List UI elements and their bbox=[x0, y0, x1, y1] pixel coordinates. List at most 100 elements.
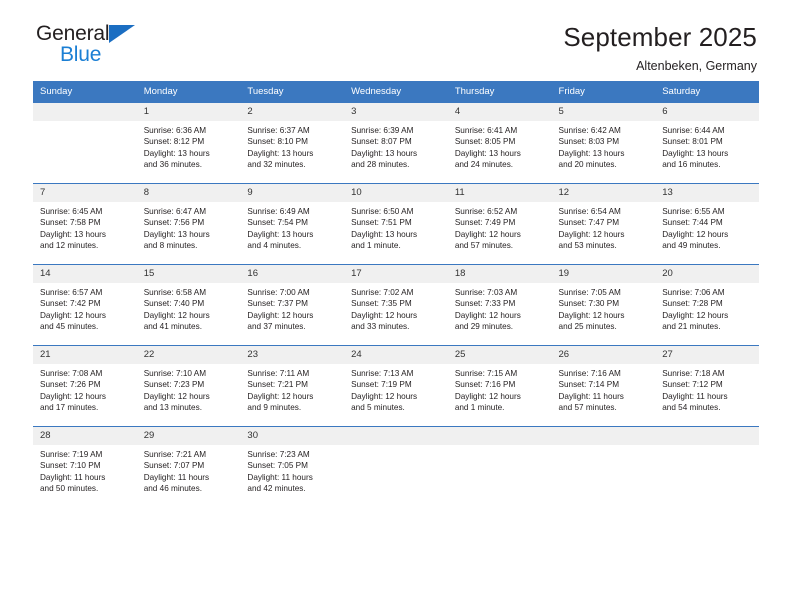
calendar-day-cell[interactable]: 11 Sunrise: 6:52 AM Sunset: 7:49 PM Dayligh… bbox=[447, 183, 552, 265]
sunset-text: Sunset: 7:23 PM bbox=[143, 380, 205, 390]
day-details: Sunrise: 7:02 AM Sunset: 7:35 PM Daylight:… bbox=[344, 283, 448, 333]
sunset-text: Sunset: 7:44 PM bbox=[662, 218, 723, 228]
day-number: 22 bbox=[136, 346, 241, 364]
day-number: 1 bbox=[136, 103, 241, 121]
calendar-day-cell[interactable]: 7 Sunrise: 6:45 AM Sunset: 7:58 PM Daylight… bbox=[33, 183, 137, 265]
day-number: 8 bbox=[136, 184, 241, 202]
sunrise-text: Sunrise: 7:21 AM bbox=[143, 450, 207, 459]
sunset-text: Sunset: 8:10 PM bbox=[247, 137, 308, 147]
page-subtitle: Altenbeken, Germany bbox=[636, 59, 757, 73]
title-block: September 2025 Altenbeken, Germany bbox=[563, 22, 759, 75]
daylight-text-line1: Daylight: 12 hours bbox=[454, 391, 521, 401]
daylight-text-line2: and 4 minutes. bbox=[247, 241, 302, 251]
daylight-text-line2: and 8 minutes. bbox=[143, 241, 198, 251]
calendar-day-cell[interactable]: 27 Sunrise: 7:18 AM Sunset: 7:12 PM Dayligh… bbox=[655, 345, 759, 427]
sunrise-text: Sunrise: 6:49 AM bbox=[247, 207, 310, 216]
sunrise-text: Sunrise: 7:11 AM bbox=[247, 369, 310, 378]
calendar-day-cell[interactable]: 16 Sunrise: 7:00 AM Sunset: 7:37 PM Dayligh… bbox=[240, 264, 345, 346]
sunrise-text: Sunrise: 7:10 AM bbox=[143, 369, 207, 378]
daylight-text-line1: Daylight: 12 hours bbox=[40, 391, 106, 401]
calendar-body: 1 Sunrise: 6:36 AM Sunset: 8:12 PM Daylight… bbox=[33, 102, 759, 507]
calendar-day-cell[interactable]: 5 Sunrise: 6:42 AM Sunset: 8:03 PM Daylight… bbox=[551, 102, 656, 184]
sunrise-text: Sunrise: 6:54 AM bbox=[558, 207, 621, 216]
sunset-text: Sunset: 7:30 PM bbox=[558, 299, 620, 309]
calendar-day-cell[interactable]: 3 Sunrise: 6:39 AM Sunset: 8:07 PM Daylight… bbox=[344, 102, 448, 184]
day-number: 19 bbox=[551, 265, 656, 283]
day-details: Sunrise: 7:15 AM Sunset: 7:16 PM Daylight:… bbox=[448, 364, 552, 414]
calendar-day-cell[interactable]: 6 Sunrise: 6:44 AM Sunset: 8:01 PM Daylight… bbox=[655, 102, 759, 184]
day-number: 16 bbox=[240, 265, 345, 283]
daylight-text-line2: and 50 minutes. bbox=[40, 484, 99, 494]
calendar-day-cell[interactable]: 25 Sunrise: 7:15 AM Sunset: 7:16 PM Dayligh… bbox=[447, 345, 552, 427]
daylight-text-line2: and 46 minutes. bbox=[143, 484, 202, 494]
calendar-cell-empty bbox=[447, 426, 552, 507]
weekday-header-saturday: Saturday bbox=[655, 81, 759, 103]
calendar-day-cell[interactable]: 23 Sunrise: 7:11 AM Sunset: 7:21 PM Dayligh… bbox=[240, 345, 345, 427]
calendar-day-cell[interactable]: 4 Sunrise: 6:41 AM Sunset: 8:05 PM Daylight… bbox=[447, 102, 552, 184]
daylight-text-line1: Daylight: 12 hours bbox=[247, 391, 314, 401]
calendar-cell-empty bbox=[344, 426, 448, 507]
calendar-day-cell[interactable]: 18 Sunrise: 7:03 AM Sunset: 7:33 PM Dayligh… bbox=[447, 264, 552, 346]
calendar-day-cell[interactable]: 2 Sunrise: 6:37 AM Sunset: 8:10 PM Daylight… bbox=[240, 102, 345, 184]
day-number: 10 bbox=[344, 184, 448, 202]
calendar-day-cell[interactable]: 21 Sunrise: 7:08 AM Sunset: 7:26 PM Dayligh… bbox=[33, 345, 137, 427]
weekday-header-sunday: Sunday bbox=[33, 81, 137, 103]
day-number: 4 bbox=[447, 103, 552, 121]
daylight-text-line2: and 25 minutes. bbox=[558, 322, 617, 332]
calendar-day-cell[interactable]: 10 Sunrise: 6:50 AM Sunset: 7:51 PM Dayligh… bbox=[344, 183, 448, 265]
calendar-week-row: 7 Sunrise: 6:45 AM Sunset: 7:58 PM Daylight… bbox=[33, 183, 759, 265]
sunrise-text: Sunrise: 6:47 AM bbox=[143, 207, 207, 216]
calendar-day-cell[interactable]: 28 Sunrise: 7:19 AM Sunset: 7:10 PM Dayligh… bbox=[33, 426, 137, 507]
sunrise-text: Sunrise: 6:37 AM bbox=[247, 126, 310, 135]
day-number: 30 bbox=[240, 427, 345, 445]
calendar-day-cell[interactable]: 9 Sunrise: 6:49 AM Sunset: 7:54 PM Daylight… bbox=[240, 183, 345, 265]
calendar-day-cell[interactable]: 22 Sunrise: 7:10 AM Sunset: 7:23 PM Dayligh… bbox=[136, 345, 241, 427]
sunset-text: Sunset: 8:05 PM bbox=[454, 137, 516, 147]
weekday-header-tuesday: Tuesday bbox=[240, 81, 345, 103]
calendar-day-cell[interactable]: 29 Sunrise: 7:21 AM Sunset: 7:07 PM Dayligh… bbox=[136, 426, 241, 507]
sunset-text: Sunset: 7:14 PM bbox=[558, 380, 620, 390]
calendar-day-cell[interactable]: 12 Sunrise: 6:54 AM Sunset: 7:47 PM Dayligh… bbox=[551, 183, 656, 265]
calendar-day-cell[interactable]: 20 Sunrise: 7:06 AM Sunset: 7:28 PM Dayligh… bbox=[655, 264, 759, 346]
calendar-cell-empty bbox=[551, 426, 656, 507]
sunset-text: Sunset: 8:03 PM bbox=[558, 137, 620, 147]
day-number: 13 bbox=[655, 184, 759, 202]
daylight-text-line1: Daylight: 12 hours bbox=[143, 310, 210, 320]
calendar-day-cell[interactable]: 8 Sunrise: 6:47 AM Sunset: 7:56 PM Daylight… bbox=[136, 183, 241, 265]
day-number bbox=[655, 427, 759, 445]
sunset-text: Sunset: 7:54 PM bbox=[247, 218, 308, 228]
day-details: Sunrise: 6:39 AM Sunset: 8:07 PM Daylight:… bbox=[344, 121, 448, 171]
day-number: 28 bbox=[33, 427, 137, 445]
daylight-text-line1: Daylight: 12 hours bbox=[558, 310, 625, 320]
day-details: Sunrise: 6:58 AM Sunset: 7:40 PM Daylight:… bbox=[137, 283, 241, 333]
calendar-day-cell[interactable]: 26 Sunrise: 7:16 AM Sunset: 7:14 PM Dayligh… bbox=[551, 345, 656, 427]
day-details: Sunrise: 7:00 AM Sunset: 7:37 PM Daylight:… bbox=[240, 283, 344, 333]
calendar-day-cell[interactable]: 30 Sunrise: 7:23 AM Sunset: 7:05 PM Dayligh… bbox=[240, 426, 345, 507]
day-details: Sunrise: 6:55 AM Sunset: 7:44 PM Daylight:… bbox=[655, 202, 759, 252]
weekday-header-monday: Monday bbox=[136, 81, 241, 103]
calendar-day-cell[interactable]: 14 Sunrise: 6:57 AM Sunset: 7:42 PM Dayligh… bbox=[33, 264, 137, 346]
sunrise-text: Sunrise: 6:41 AM bbox=[454, 126, 518, 135]
day-number: 17 bbox=[344, 265, 448, 283]
calendar-day-cell[interactable]: 15 Sunrise: 6:58 AM Sunset: 7:40 PM Dayligh… bbox=[136, 264, 241, 346]
calendar-week-row: 21 Sunrise: 7:08 AM Sunset: 7:26 PM Dayligh… bbox=[33, 345, 759, 427]
daylight-text-line1: Daylight: 12 hours bbox=[454, 229, 521, 239]
day-number: 24 bbox=[344, 346, 448, 364]
daylight-text-line1: Daylight: 12 hours bbox=[558, 229, 625, 239]
daylight-text-line1: Daylight: 12 hours bbox=[351, 310, 418, 320]
calendar-day-cell[interactable]: 1 Sunrise: 6:36 AM Sunset: 8:12 PM Daylight… bbox=[136, 102, 241, 184]
general-blue-logo[interactable]: General Blue bbox=[36, 22, 146, 72]
calendar-day-cell[interactable]: 13 Sunrise: 6:55 AM Sunset: 7:44 PM Dayligh… bbox=[655, 183, 759, 265]
daylight-text-line2: and 13 minutes. bbox=[143, 403, 202, 413]
calendar-day-cell[interactable]: 24 Sunrise: 7:13 AM Sunset: 7:19 PM Dayligh… bbox=[344, 345, 448, 427]
calendar-day-cell[interactable]: 19 Sunrise: 7:05 AM Sunset: 7:30 PM Dayligh… bbox=[551, 264, 656, 346]
sunrise-text: Sunrise: 6:52 AM bbox=[454, 207, 518, 216]
daylight-text-line2: and 1 minute. bbox=[454, 403, 505, 413]
daylight-text-line2: and 53 minutes. bbox=[558, 241, 617, 251]
day-details: Sunrise: 6:54 AM Sunset: 7:47 PM Daylight:… bbox=[552, 202, 656, 252]
daylight-text-line2: and 16 minutes. bbox=[662, 160, 721, 170]
daylight-text-line2: and 54 minutes. bbox=[662, 403, 721, 413]
calendar-day-cell[interactable]: 17 Sunrise: 7:02 AM Sunset: 7:35 PM Dayligh… bbox=[344, 264, 448, 346]
daylight-text-line2: and 42 minutes. bbox=[247, 484, 306, 494]
sunrise-text: Sunrise: 6:44 AM bbox=[662, 126, 725, 135]
